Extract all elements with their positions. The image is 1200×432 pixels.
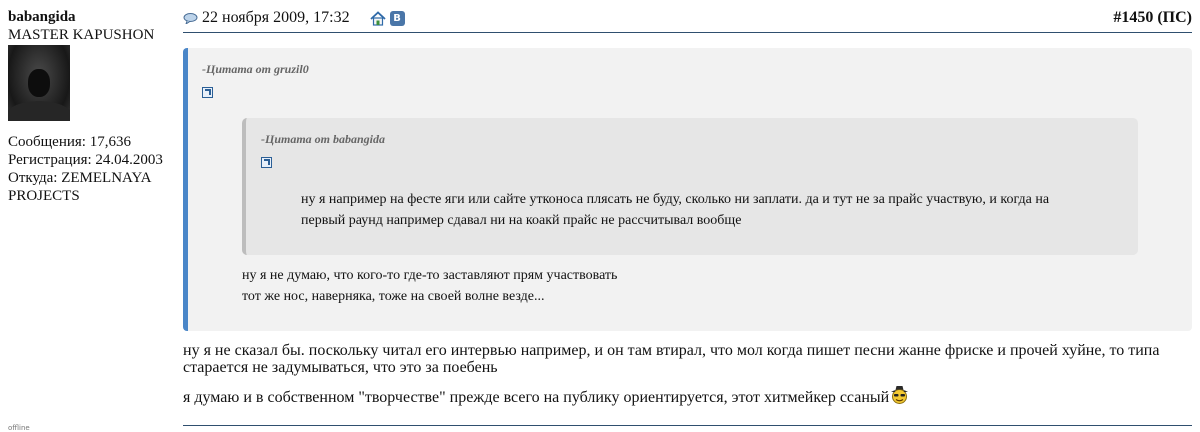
avatar-face — [28, 69, 50, 97]
message-line: старается не задумываться, что это за по… — [183, 359, 498, 376]
quote-outer: -Цитата от gruzil0 -Цитата от babangida … — [183, 48, 1192, 331]
smiley-hat-icon — [891, 386, 909, 404]
quote-inner-line: ну я например на фесте яги или сайте утк… — [301, 192, 1050, 207]
post-divider — [183, 425, 1192, 426]
message-line: я думаю и в собственном "творчестве" пре… — [183, 389, 890, 406]
jump-to-post-icon[interactable] — [202, 87, 213, 98]
post-meta: 22 ноября 2009, 17:32 В — [183, 9, 405, 27]
avatar[interactable] — [8, 45, 70, 121]
message-line-last: я думаю и в собственном "творчестве" пре… — [183, 384, 1188, 406]
avatar-shoulder — [8, 101, 70, 121]
user-title: MASTER KAPUSHON — [8, 27, 155, 43]
user-location: Откуда: ZEMELNAYA — [8, 170, 152, 186]
quote-outer-text: ну я не думаю, что кого-то где-то застав… — [242, 265, 1142, 307]
quote-inner-line: первый раунд например сдавал ни на коакй… — [301, 213, 742, 228]
user-location-cont: PROJECTS — [8, 188, 80, 204]
quote-inner-header: -Цитата от babangida — [261, 132, 386, 146]
post-tag: (ПС) — [1157, 9, 1192, 26]
speech-bubble-icon — [183, 12, 198, 24]
quote-inner: -Цитата от babangida ну я например на фе… — [242, 118, 1138, 255]
post-number-link[interactable]: #1450 (ПС) — [1113, 9, 1192, 27]
username[interactable]: babangida — [8, 8, 178, 26]
quote-outer-header: -Цитата от gruzil0 — [202, 62, 309, 76]
message-line: ну я не сказал бы. поскольку читал его и… — [183, 342, 1160, 359]
quote-outer-line: тот же нос, наверняка, тоже на своей вол… — [242, 289, 545, 304]
quote-outer-line: ну я не думаю, что кого-то где-то застав… — [242, 268, 618, 283]
jump-to-post-icon[interactable] — [261, 157, 272, 168]
quote-inner-text: ну я например на фесте яги или сайте утк… — [301, 189, 1081, 231]
user-registration: Регистрация: 24.04.2003 — [8, 152, 163, 168]
home-icon[interactable] — [369, 10, 386, 26]
post-message: ну я не сказал бы. поскольку читал его и… — [183, 342, 1188, 406]
post-header: 22 ноября 2009, 17:32 В #1450 (ПС) — [183, 8, 1192, 33]
vk-icon[interactable]: В — [389, 10, 405, 26]
user-status: offline — [8, 424, 30, 432]
user-sidebar: babangida MASTER KAPUSHON Сообщения: 17,… — [8, 8, 178, 205]
post-date: 22 ноября 2009, 17:32 — [202, 9, 350, 26]
post-number: #1450 — [1113, 9, 1154, 26]
user-post-count: Сообщения: 17,636 — [8, 134, 131, 150]
